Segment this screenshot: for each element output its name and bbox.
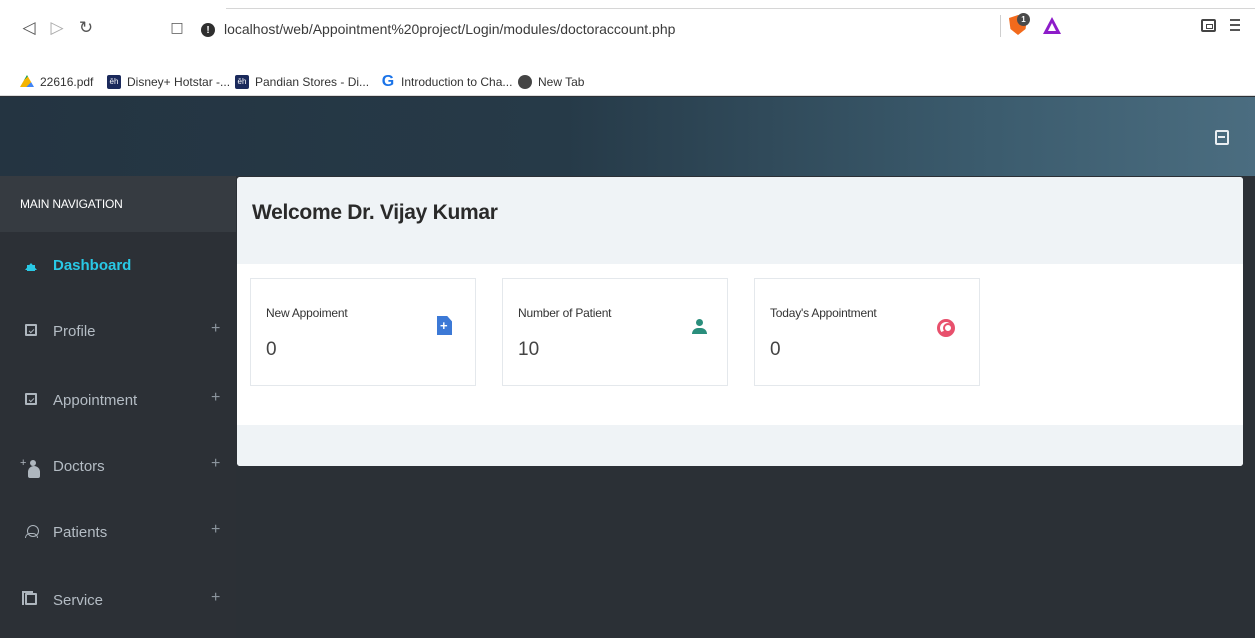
sidebar-item-label: Service bbox=[53, 592, 104, 609]
bookmark-item[interactable]: ēh Pandian Stores - Di... bbox=[235, 73, 369, 91]
sidebar-item-label: Patients bbox=[53, 524, 108, 541]
reload-icon[interactable]: ↻ bbox=[77, 17, 95, 39]
wallet-icon[interactable] bbox=[1201, 19, 1216, 32]
sidebar-item-profile[interactable]: Profile + bbox=[0, 309, 236, 355]
tab-strip bbox=[226, 0, 1255, 9]
address-bar[interactable]: ! localhost/web/Appointment%20project/Lo… bbox=[196, 11, 1020, 49]
calendar-check-icon bbox=[25, 324, 37, 336]
expand-plus-icon[interactable]: + bbox=[211, 320, 220, 338]
page-title: Welcome Dr. Vijay Kumar bbox=[252, 201, 498, 224]
sidebar-item-label: Dashboard bbox=[53, 257, 132, 274]
bookmark-label: Introduction to Cha... bbox=[401, 75, 513, 89]
bookmark-label: 22616.pdf bbox=[40, 75, 94, 89]
user-plus-icon bbox=[20, 457, 40, 478]
browser-toolbar: ◁ ▷ ↻ □ ! localhost/web/Appointment%20pr… bbox=[0, 0, 1255, 66]
back-icon[interactable]: ◁ bbox=[20, 17, 38, 39]
bookmarks-bar: 22616.pdf ēh Disney+ Hotstar -... ēh Pan… bbox=[0, 66, 1255, 96]
shield-count-badge: 1 bbox=[1017, 13, 1030, 26]
expand-plus-icon[interactable]: + bbox=[211, 389, 220, 407]
address-separator bbox=[1000, 15, 1001, 37]
hotstar-icon: ēh bbox=[235, 75, 249, 89]
stat-number-of-patient[interactable]: Number of Patient 10 bbox=[502, 278, 728, 386]
home-icon bbox=[25, 258, 37, 271]
dashboard-card: Welcome Dr. Vijay Kumar New Appoiment 0 … bbox=[237, 177, 1243, 466]
file-plus-icon bbox=[437, 316, 452, 335]
hotstar-icon: ēh bbox=[107, 75, 121, 89]
sidebar-item-label: Appointment bbox=[53, 392, 138, 409]
nav-header: MAIN NAVIGATION bbox=[0, 176, 236, 232]
bookmark-label: Disney+ Hotstar -... bbox=[127, 75, 231, 89]
app-header bbox=[0, 97, 1255, 176]
expand-plus-icon[interactable]: + bbox=[211, 455, 220, 473]
sidebar-item-label: Profile bbox=[53, 323, 96, 340]
stat-label: New Appoiment bbox=[266, 306, 348, 320]
card-header: Welcome Dr. Vijay Kumar bbox=[237, 177, 1243, 264]
brave-rewards-icon[interactable] bbox=[1043, 17, 1061, 34]
expand-plus-icon[interactable]: + bbox=[211, 589, 220, 607]
sidebar-item-doctors[interactable]: Doctors + bbox=[0, 444, 236, 490]
bookmark-item[interactable]: ēh Disney+ Hotstar -... bbox=[107, 73, 230, 91]
stat-value: 0 bbox=[770, 339, 781, 360]
calendar-check-icon bbox=[25, 393, 37, 405]
bookmark-label: New Tab bbox=[538, 75, 585, 89]
sidebar: MAIN NAVIGATION Dashboard Profile + Appo… bbox=[0, 176, 236, 638]
user-icon bbox=[25, 525, 39, 538]
stat-value: 10 bbox=[518, 339, 540, 360]
card-footer bbox=[237, 425, 1243, 466]
globe-icon bbox=[518, 75, 532, 89]
bookmark-item[interactable]: New Tab bbox=[518, 73, 584, 91]
forward-icon[interactable]: ▷ bbox=[48, 17, 66, 39]
user-circle-icon bbox=[937, 319, 955, 337]
sidebar-item-label: Doctors bbox=[53, 458, 105, 475]
sidebar-item-service[interactable]: Service + bbox=[0, 578, 236, 624]
url-text[interactable]: localhost/web/Appointment%20project/Logi… bbox=[224, 21, 675, 37]
menu-icon[interactable] bbox=[1230, 19, 1240, 32]
stat-label: Today's Appointment bbox=[770, 306, 877, 320]
copy-icon bbox=[22, 591, 37, 605]
expand-plus-icon[interactable]: + bbox=[211, 521, 220, 539]
site-info-icon[interactable]: ! bbox=[201, 23, 215, 37]
google-drive-icon bbox=[20, 75, 34, 88]
stat-label: Number of Patient bbox=[518, 306, 612, 320]
bookmark-item[interactable]: 22616.pdf bbox=[20, 73, 93, 91]
bookmark-label: Pandian Stores - Di... bbox=[255, 75, 370, 89]
stat-todays-appointment[interactable]: Today's Appointment 0 bbox=[754, 278, 980, 386]
sidebar-item-dashboard[interactable]: Dashboard bbox=[0, 243, 236, 289]
g-icon: G bbox=[381, 73, 395, 90]
stat-value: 0 bbox=[266, 339, 277, 360]
person-icon bbox=[692, 319, 707, 335]
logout-icon[interactable] bbox=[1215, 130, 1229, 145]
bookmark-item[interactable]: G Introduction to Cha... bbox=[381, 73, 513, 91]
stat-new-appointment[interactable]: New Appoiment 0 bbox=[250, 278, 476, 386]
bookmark-icon[interactable]: □ bbox=[168, 17, 186, 39]
sidebar-item-patients[interactable]: Patients + bbox=[0, 510, 236, 556]
sidebar-item-appointment[interactable]: Appointment + bbox=[0, 378, 236, 424]
